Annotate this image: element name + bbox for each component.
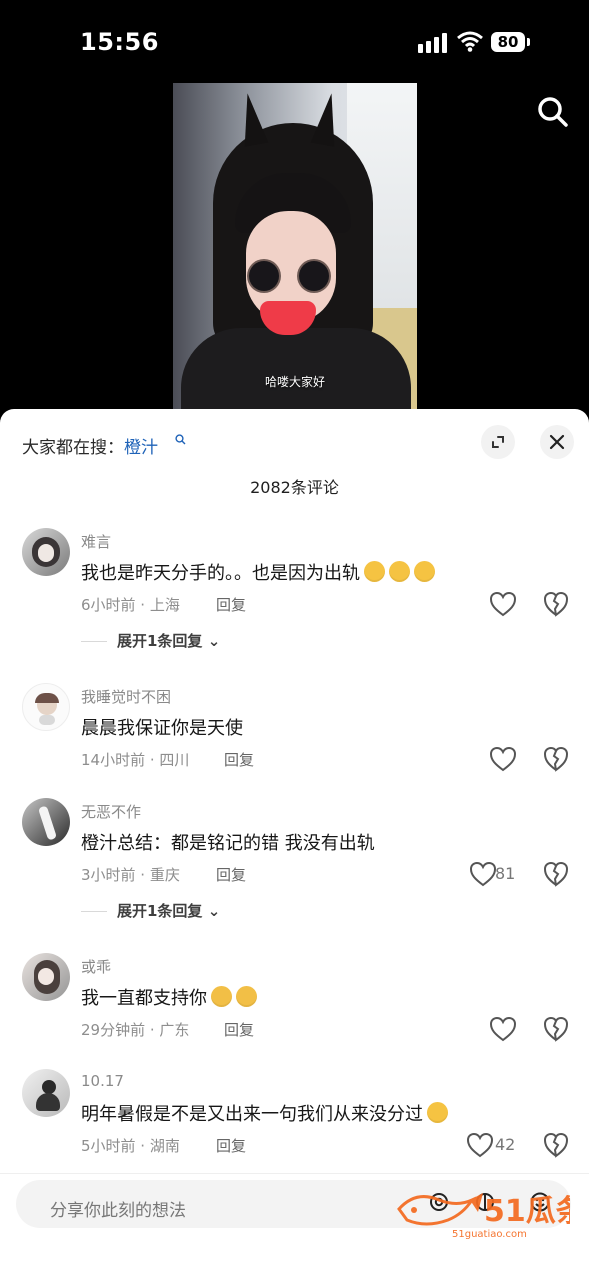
- search-icon[interactable]: [535, 94, 571, 130]
- comment-author[interactable]: 或乖: [81, 956, 111, 977]
- search-hint-prefix: 大家都在搜：: [22, 438, 124, 458]
- comment-text: 橙汁总结：都是铭记的错 我没有出轨: [81, 833, 375, 854]
- status-bar: 15:56 80: [0, 0, 589, 80]
- comment-text: 晨晨我保证你是天使: [81, 718, 243, 739]
- reply-button[interactable]: 回复: [224, 1019, 254, 1040]
- comment-author[interactable]: 难言: [81, 531, 111, 552]
- avatar[interactable]: [22, 798, 70, 846]
- pleading-emoji-icon: [389, 561, 410, 582]
- comment-text: 我也是昨天分手的。。也是因为出轨: [81, 559, 435, 585]
- broken-heart-icon[interactable]: [543, 861, 569, 887]
- close-button[interactable]: [540, 425, 574, 459]
- video-caption: 哈喽大家好: [264, 375, 325, 389]
- watermark-brand: 51瓜条: [484, 1194, 570, 1229]
- crying-emoji-icon: [211, 986, 232, 1007]
- reply-button[interactable]: 回复: [216, 594, 246, 615]
- watermark-logo: 51瓜条 51guatiao.com: [397, 1193, 570, 1239]
- video-preview[interactable]: 哈喽大家好: [173, 83, 417, 413]
- broken-heart-icon[interactable]: [543, 1132, 569, 1158]
- like-count: 42: [495, 1135, 516, 1154]
- comment-author[interactable]: 我睡觉时不困: [81, 686, 171, 707]
- search-keyword[interactable]: 橙汁: [124, 438, 158, 458]
- chevron-down-icon: ⌄: [207, 632, 221, 650]
- heart-icon[interactable]: [489, 591, 517, 617]
- comment-body: 我一直都支持你: [81, 988, 207, 1009]
- avatar[interactable]: [22, 683, 70, 731]
- crying-emoji-icon: [236, 986, 257, 1007]
- heart-icon[interactable]: [469, 861, 497, 887]
- right-eye-filter: [299, 261, 329, 291]
- chevron-down-icon: ⌄: [207, 902, 221, 920]
- avatar[interactable]: [22, 953, 70, 1001]
- expand-replies-button[interactable]: 展开1条回复 ⌄: [117, 630, 220, 651]
- avatar[interactable]: [22, 528, 70, 576]
- comment-meta: 6小时前 · 上海: [81, 596, 180, 614]
- comment-author[interactable]: 10.17: [81, 1072, 124, 1090]
- pleading-emoji-icon: [414, 561, 435, 582]
- reply-button[interactable]: 回复: [216, 1135, 246, 1156]
- comment-meta: 3小时前 · 重庆: [81, 866, 180, 884]
- heart-icon[interactable]: [466, 1132, 494, 1158]
- keyword-search-icon: [175, 434, 186, 445]
- broken-heart-icon[interactable]: [543, 591, 569, 617]
- avatar[interactable]: [22, 1069, 70, 1117]
- comment-meta: 5小时前 · 湖南: [81, 1137, 180, 1155]
- heart-icon[interactable]: [489, 1016, 517, 1042]
- reply-divider: [81, 641, 107, 642]
- heart-icon[interactable]: [489, 746, 517, 772]
- wifi-icon: [457, 31, 483, 52]
- broken-heart-icon[interactable]: [543, 1016, 569, 1042]
- expand-replies-label: 展开1条回复: [117, 632, 203, 650]
- comment-meta: 29分钟前 · 广东: [81, 1021, 190, 1039]
- left-eye-filter: [249, 261, 279, 291]
- reply-divider: [81, 911, 107, 912]
- pleading-emoji-icon: [364, 561, 385, 582]
- signal-icon: [418, 33, 447, 53]
- close-icon: [549, 434, 565, 450]
- expand-icon: [492, 436, 504, 448]
- broken-heart-icon[interactable]: [543, 746, 569, 772]
- like-count: 81: [495, 864, 516, 883]
- comment-meta: 14小时前 · 四川: [81, 751, 190, 769]
- reply-button[interactable]: 回复: [224, 749, 254, 770]
- expand-replies-button[interactable]: 展开1条回复 ⌄: [117, 900, 220, 921]
- status-time: 15:56: [80, 28, 159, 56]
- comment-author[interactable]: 无恶不作: [81, 801, 141, 822]
- battery-tip: [527, 38, 530, 46]
- laughing-emoji-icon: [427, 1102, 448, 1123]
- comment-body: 明年暑假是不是又出来一句我们从来没分过: [81, 1104, 423, 1125]
- left-ear-filter: [235, 91, 269, 147]
- comment-count: 2082条评论: [250, 478, 339, 497]
- comment-text: 明年暑假是不是又出来一句我们从来没分过: [81, 1100, 448, 1126]
- comment-body: 我也是昨天分手的。。也是因为出轨: [81, 563, 360, 584]
- comments-sheet: 大家都在搜：橙汁 2082条评论 难言 我也是昨天分手的。。也是因为出轨 6小时…: [0, 409, 589, 1280]
- comment-input-placeholder: 分享你此刻的想法: [50, 1201, 186, 1221]
- search-hint[interactable]: 大家都在搜：橙汁: [22, 433, 158, 458]
- watermark-domain: 51guatiao.com: [452, 1229, 527, 1239]
- expand-button[interactable]: [481, 425, 515, 459]
- battery-indicator: 80: [491, 32, 525, 52]
- expand-replies-label: 展开1条回复: [117, 902, 203, 920]
- reply-button[interactable]: 回复: [216, 864, 246, 885]
- comment-input-bar: 分享你此刻的想法 51瓜条 51guatiao.com: [0, 1173, 589, 1281]
- comment-text: 我一直都支持你: [81, 984, 257, 1010]
- black-shirt: [181, 328, 411, 413]
